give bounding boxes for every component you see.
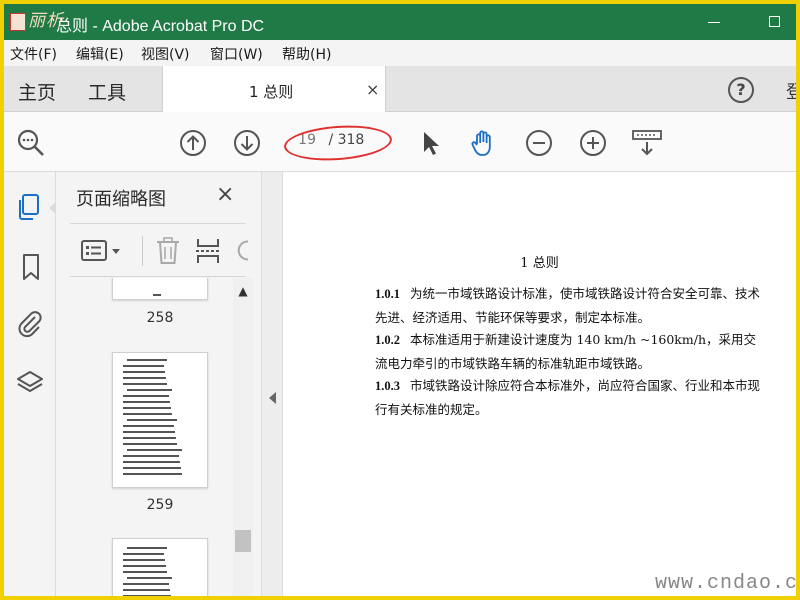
clause-paragraph: 1.0.1 为统一市域铁路设计标准，使市域铁路设计符合安全可靠、技术先进、经济适用…: [375, 282, 767, 329]
close-panel-icon[interactable]: ×: [216, 182, 234, 207]
menu-view[interactable]: 视图(V): [141, 44, 190, 64]
thumbnail-text-line: [123, 431, 175, 433]
thumbnail-text-line: [123, 407, 171, 409]
search-icon[interactable]: [16, 128, 46, 158]
clause-text: 本标准适用于新建设计速度为 140 km/h ~160km/h，采用交流电力牵引…: [375, 332, 756, 371]
page-thumbnail[interactable]: [112, 352, 208, 488]
title-bar: 丽析 总则 - Adobe Acrobat Pro DC: [4, 4, 796, 40]
thumbnail-text-line: [123, 553, 164, 555]
menu-bar: 文件(F) 编辑(E) 视图(V) 窗口(W) 帮助(H): [4, 40, 796, 66]
page-thumbnail[interactable]: [112, 538, 208, 596]
clause-number: 1.0.2: [375, 333, 400, 347]
thumbnail-text-line: [123, 413, 172, 415]
thumbnail-text-line: [123, 443, 177, 445]
menu-help[interactable]: 帮助(H): [282, 44, 331, 64]
thumbnail-toolbar: [70, 223, 248, 277]
sign-in-button[interactable]: 登: [786, 78, 796, 104]
page-thumbnail[interactable]: [112, 278, 208, 300]
insert-page-icon[interactable]: [194, 236, 222, 266]
thumbnail-text-line: [123, 583, 169, 585]
document-view[interactable]: 1 总则 1.0.1 为统一市域铁路设计标准，使市域铁路设计符合安全可靠、技术先进…: [283, 172, 796, 596]
next-page-icon[interactable]: [232, 128, 262, 158]
thumbnail-text-line: [123, 437, 176, 439]
minimize-button[interactable]: [704, 12, 724, 32]
scrolling-mode-icon[interactable]: [631, 128, 662, 158]
window-title: 总则 - Adobe Acrobat Pro DC: [56, 18, 265, 35]
thumbnail-text-line: [123, 365, 164, 367]
thumbnail-text-line: [123, 383, 167, 385]
delete-icon[interactable]: [154, 236, 182, 266]
thumbnail-text-line: [123, 595, 171, 596]
site-watermark: www.cndao.com: [655, 572, 796, 595]
thumbnail-text-line: [123, 425, 174, 427]
clause-number: 1.0.1: [375, 287, 400, 301]
thumbnail-text-line: [123, 461, 180, 463]
thumbnail-scrollbar[interactable]: ▲: [233, 278, 253, 596]
clause-text: 市域铁路设计除应符合本标准外，尚应符合国家、行业和本市现行有关标准的规定。: [375, 378, 761, 417]
zoom-out-icon[interactable]: [524, 128, 554, 158]
thumbnail-text-line: [123, 395, 169, 397]
thumbnail-text-line: [123, 455, 179, 457]
app-window: 丽析 总则 - Adobe Acrobat Pro DC 文件(F) 编辑(E)…: [4, 4, 796, 596]
options-menu-icon[interactable]: [80, 238, 126, 264]
thumbnail-text-line: [123, 571, 167, 573]
collapse-panel-handle[interactable]: [261, 172, 283, 596]
thumbnail-text-line: [123, 559, 165, 561]
thumbnail-text-line: [123, 371, 165, 373]
previous-page-icon[interactable]: [178, 128, 208, 158]
tab-document[interactable]: 1 总则 ×: [162, 66, 386, 112]
layers-icon[interactable]: [15, 368, 45, 398]
zoom-in-icon[interactable]: [578, 128, 608, 158]
section-heading: 1 总则: [520, 256, 559, 271]
thumbnail-text-line: [127, 547, 167, 549]
toolbar-divider: [142, 236, 143, 266]
tab-home[interactable]: 主页: [18, 78, 56, 105]
thumbnails-panel: 页面缩略图 × 258 259 ▲: [56, 172, 261, 596]
navigation-rail: [4, 172, 57, 596]
scrollbar-thumb[interactable]: [235, 530, 251, 552]
thumbnail-text-line: [127, 359, 167, 361]
hand-tool-icon[interactable]: [468, 128, 498, 158]
page-number: 259: [146, 497, 174, 513]
collapse-arrow-icon: [269, 392, 276, 404]
thumbnail-text-line: [123, 401, 170, 403]
page-thumbnails-icon[interactable]: [14, 192, 44, 222]
clause-paragraph: 1.0.3 市域铁路设计除应符合本标准外，尚应符合国家、行业和本市现行有关标准的规…: [375, 374, 767, 421]
close-tab-icon[interactable]: ×: [366, 80, 379, 99]
thumbnail-text-line: [127, 389, 172, 391]
clause-text: 为统一市域铁路设计标准，使市域铁路设计符合安全可靠、技术先进、经济适用、节能环保…: [375, 286, 761, 325]
clause-number: 1.0.3: [375, 379, 400, 393]
menu-file[interactable]: 文件(F): [10, 44, 57, 64]
bookmarks-icon[interactable]: [16, 252, 46, 282]
thumbnail-list: 258 259: [56, 278, 246, 596]
thumbnail-text-line: [123, 565, 166, 567]
thumbnail-text-line: [123, 473, 182, 475]
thumbnail-text-line: [127, 449, 182, 451]
menu-edit[interactable]: 编辑(E): [76, 44, 124, 64]
thumbnail-text-line: [123, 467, 181, 469]
annotation-ellipse: [282, 122, 394, 164]
scroll-up-icon[interactable]: ▲: [233, 284, 253, 298]
clause-paragraph: 1.0.2 本标准适用于新建设计速度为 140 km/h ~160km/h，采用交…: [375, 328, 767, 375]
maximize-button[interactable]: [764, 12, 784, 32]
attachments-icon[interactable]: [15, 308, 45, 338]
thumbnail-text-line: [127, 577, 172, 579]
rotate-icon[interactable]: [234, 238, 248, 264]
select-tool-icon[interactable]: [416, 128, 446, 158]
page-number: 258: [146, 310, 174, 326]
thumbnail-text-line: [123, 589, 170, 591]
tab-tools[interactable]: 工具: [88, 78, 126, 105]
thumbnail-text-line: [127, 419, 177, 421]
help-icon[interactable]: ?: [728, 77, 754, 103]
panel-title: 页面缩略图: [76, 189, 166, 210]
menu-window[interactable]: 窗口(W): [210, 44, 263, 64]
toolbar: 19 / 318: [4, 112, 796, 172]
tab-bar: 主页 工具 1 总则 × ? 登: [4, 66, 796, 112]
thumbnail-text-line: [123, 377, 166, 379]
tab-document-label: 1 总则: [249, 83, 294, 101]
